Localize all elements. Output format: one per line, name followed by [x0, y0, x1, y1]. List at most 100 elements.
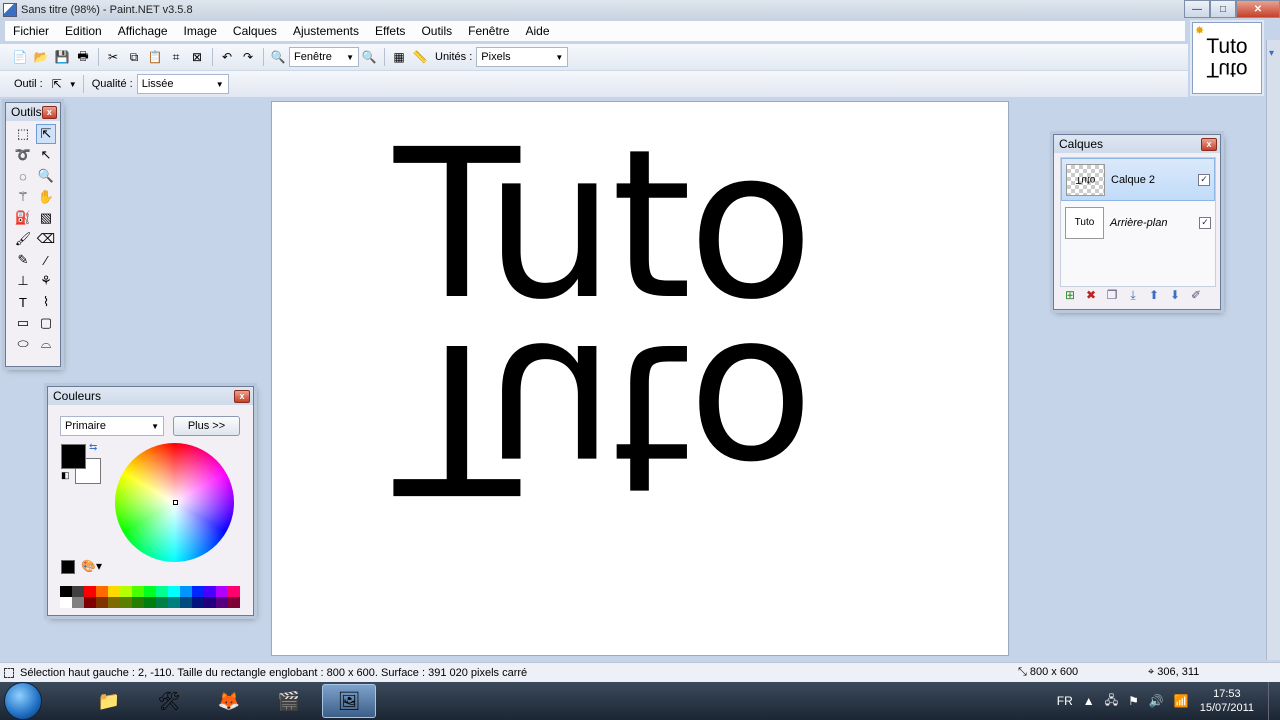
palette-color-swatch[interactable]: [216, 586, 228, 597]
clock[interactable]: 17:53 15/07/2011: [1200, 687, 1254, 715]
menu-outils[interactable]: Outils: [413, 21, 460, 41]
new-file-icon[interactable]: 📄: [10, 47, 30, 67]
print-icon[interactable]: 🖶: [73, 47, 93, 67]
duplicate-layer-icon[interactable]: ❐: [1104, 287, 1120, 303]
firefox-taskbar-icon[interactable]: 🦊: [202, 684, 256, 718]
rectangle-tool-icon[interactable]: ▭: [13, 313, 33, 333]
tool-taskbar-icon[interactable]: 🛠: [142, 684, 196, 718]
zoom-in-icon[interactable]: 🔍: [359, 47, 379, 67]
security-icon[interactable]: ⚑: [1128, 694, 1139, 708]
layer-row-calque-2[interactable]: Tuto Calque 2 ✓: [1061, 158, 1215, 201]
tools-window-titlebar[interactable]: Outils x: [6, 103, 60, 121]
merge-layer-down-icon[interactable]: ⤓: [1125, 287, 1141, 303]
menu-image[interactable]: Image: [176, 21, 225, 41]
units-select[interactable]: Pixels ▼: [476, 47, 569, 67]
palette-color-swatch[interactable]: [228, 597, 240, 608]
signal-icon[interactable]: 📶: [1174, 694, 1189, 708]
palette-color-swatch[interactable]: [216, 597, 228, 608]
show-hidden-icons-icon[interactable]: ▲: [1083, 694, 1095, 708]
palette-color-swatch[interactable]: [120, 597, 132, 608]
layer-row-arriere-plan[interactable]: Tuto Arrière-plan ✓: [1061, 201, 1215, 244]
lasso-select-tool-icon[interactable]: ➰: [13, 145, 33, 165]
deselect-icon[interactable]: ⊠: [187, 47, 207, 67]
eraser-tool-icon[interactable]: ⌫: [36, 229, 56, 249]
scroll-arrow-icon[interactable]: ▾: [1269, 48, 1274, 59]
save-icon[interactable]: 💾: [52, 47, 72, 67]
delete-layer-icon[interactable]: ✖: [1083, 287, 1099, 303]
redo-icon[interactable]: ↷: [238, 47, 258, 67]
pan-tool-icon[interactable]: ✋: [36, 187, 56, 207]
tools-window-close-button[interactable]: x: [41, 105, 57, 119]
pencil-tool-icon[interactable]: ✎: [13, 250, 33, 270]
open-file-icon[interactable]: 📂: [31, 47, 51, 67]
palette-color-swatch[interactable]: [168, 597, 180, 608]
palette-color-swatch[interactable]: [108, 586, 120, 597]
crop-icon[interactable]: ⌗: [166, 47, 186, 67]
menu-ajustements[interactable]: Ajustements: [285, 21, 367, 41]
paintnet-app-icon[interactable]: [3, 3, 17, 17]
palette-color-swatch[interactable]: [84, 586, 96, 597]
rectangle-select-tool-icon[interactable]: ⬚: [13, 124, 33, 144]
palette-color-swatch[interactable]: [228, 586, 240, 597]
quality-select[interactable]: Lissée ▼: [136, 74, 229, 94]
color-mode-select[interactable]: Primaire ▼: [60, 416, 164, 436]
close-button[interactable]: ✕: [1236, 0, 1280, 18]
palette-color-swatch[interactable]: [180, 586, 192, 597]
network-icon[interactable]: 🖧: [1105, 691, 1118, 712]
image-tab-thumbnail[interactable]: ✸ Tuto Tuto: [1192, 22, 1262, 94]
magic-wand-tool-icon[interactable]: ⚚: [13, 187, 33, 207]
palette-color-swatch[interactable]: [144, 597, 156, 608]
image-canvas[interactable]: Tuto Tuto: [271, 101, 1009, 656]
rounded-rectangle-tool-icon[interactable]: ▢: [36, 313, 56, 333]
language-indicator[interactable]: FR: [1057, 694, 1073, 708]
text-tool-icon[interactable]: T: [13, 292, 33, 312]
zoom-select[interactable]: Fenêtre ▼: [289, 47, 359, 67]
palette-color-swatch[interactable]: [96, 586, 108, 597]
paintbrush-tool-icon[interactable]: 🖌: [13, 229, 33, 249]
volume-icon[interactable]: 🔊: [1149, 694, 1164, 708]
menu-fenetre[interactable]: Fenêtre: [460, 21, 517, 41]
palette-color-swatch[interactable]: [60, 586, 72, 597]
move-selection-tool-icon[interactable]: ↖: [36, 145, 56, 165]
more-colors-button[interactable]: Plus >>: [173, 416, 240, 436]
clone-stamp-tool-icon[interactable]: ⊥: [13, 271, 33, 291]
menu-effets[interactable]: Effets: [367, 21, 413, 41]
palette-color-swatch[interactable]: [180, 597, 192, 608]
palette-color-swatch[interactable]: [156, 586, 168, 597]
add-layer-icon[interactable]: ⊞: [1062, 287, 1078, 303]
paint-bucket-tool-icon[interactable]: ⛽: [13, 208, 33, 228]
rulers-icon[interactable]: 📏: [410, 47, 430, 67]
start-button[interactable]: [4, 682, 42, 720]
move-selection-tool-icon[interactable]: ⇱: [47, 74, 67, 94]
palette-color-swatch[interactable]: [168, 586, 180, 597]
menu-aide[interactable]: Aide: [517, 21, 557, 41]
app-taskbar-icon[interactable]: 🎬: [262, 684, 316, 718]
palette-color-swatch[interactable]: [204, 597, 216, 608]
palette-color-swatch[interactable]: [132, 586, 144, 597]
palette-color-swatch[interactable]: [72, 586, 84, 597]
palette-color-swatch[interactable]: [72, 597, 84, 608]
palette-color-swatch[interactable]: [96, 597, 108, 608]
minimize-button[interactable]: —: [1184, 0, 1210, 18]
layers-window-titlebar[interactable]: Calques x: [1054, 135, 1220, 153]
freeform-shape-tool-icon[interactable]: ⌓: [36, 334, 56, 354]
zoom-tool-icon[interactable]: 🔍: [36, 166, 56, 186]
paintnet-taskbar-icon[interactable]: 🖼: [322, 684, 376, 718]
maximize-button[interactable]: □: [1210, 0, 1236, 18]
move-selected-pixels-tool-icon[interactable]: ⇱: [36, 124, 56, 144]
palette-menu-icon[interactable]: 🎨▾: [81, 559, 102, 573]
cut-icon[interactable]: ✂: [103, 47, 123, 67]
menu-edition[interactable]: Edition: [57, 21, 110, 41]
palette-color-swatch[interactable]: [132, 597, 144, 608]
palette-color-swatch[interactable]: [192, 597, 204, 608]
zoom-out-icon[interactable]: 🔍: [268, 47, 288, 67]
paste-icon[interactable]: 📋: [145, 47, 165, 67]
palette-color-swatch[interactable]: [144, 586, 156, 597]
layer-properties-icon[interactable]: ✐: [1188, 287, 1204, 303]
show-desktop-button[interactable]: [1268, 682, 1280, 720]
menu-fichier[interactable]: Fichier: [5, 21, 57, 41]
primary-color-swatch[interactable]: [61, 444, 86, 469]
palette-color-swatch[interactable]: [60, 597, 72, 608]
grid-icon[interactable]: ▦: [389, 47, 409, 67]
layers-window-close-button[interactable]: x: [1201, 137, 1217, 151]
